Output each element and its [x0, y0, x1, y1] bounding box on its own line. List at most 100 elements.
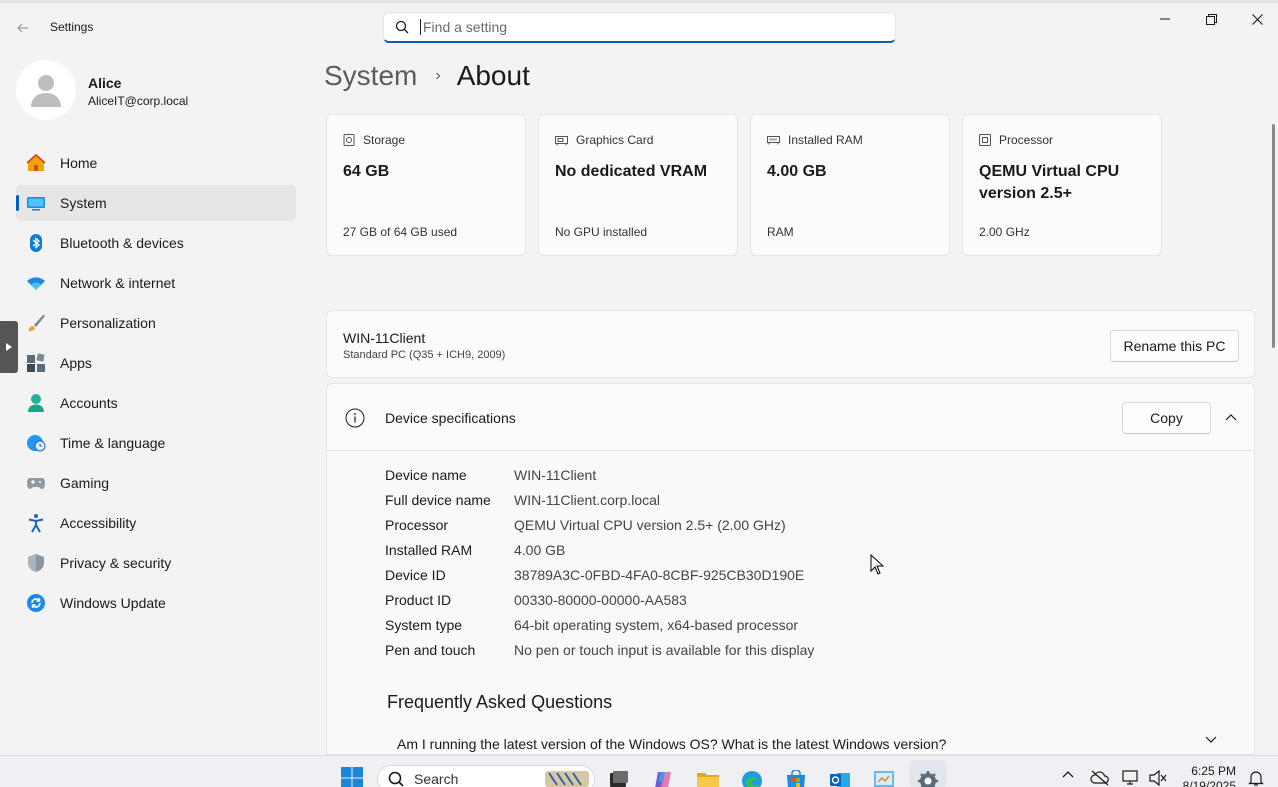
- volume-button[interactable]: [1140, 760, 1176, 787]
- spec-key: Pen and touch: [385, 641, 476, 658]
- ram-icon: [767, 136, 780, 145]
- sidebar-item-accessibility[interactable]: Accessibility: [16, 505, 296, 541]
- expand-arrow-icon: [6, 343, 12, 351]
- sidebar-item-apps[interactable]: Apps: [16, 345, 296, 381]
- notifications-button[interactable]: [1238, 760, 1274, 787]
- sidebar-item-privacy[interactable]: Privacy & security: [16, 545, 296, 581]
- card-value: No dedicated VRAM: [555, 163, 708, 180]
- card-subtext: RAM: [767, 225, 794, 239]
- search-input[interactable]: [420, 19, 880, 35]
- settings-search-box[interactable]: [383, 12, 896, 43]
- sidebar-item-label: Gaming: [60, 475, 110, 491]
- sidebar-item-time-language[interactable]: Time & language: [16, 425, 296, 461]
- update-icon: [26, 593, 46, 613]
- spec-key: System type: [385, 616, 463, 633]
- speaker-muted-icon: [1149, 770, 1167, 786]
- cloud-offline-icon: [1090, 770, 1109, 786]
- sidebar-item-accounts[interactable]: Accounts: [16, 385, 296, 421]
- info-icon: [345, 408, 365, 428]
- ram-card[interactable]: Installed RAM 4.00 GB RAM: [750, 114, 950, 256]
- sidebar-item-windows-update[interactable]: Windows Update: [16, 585, 296, 621]
- sidebar-item-home[interactable]: Home: [16, 145, 296, 181]
- control-panel-button[interactable]: [866, 760, 902, 787]
- spec-key: Product ID: [385, 591, 452, 608]
- minimize-button[interactable]: [1142, 4, 1188, 34]
- onedrive-status-button[interactable]: [1082, 760, 1118, 787]
- pc-name-panel: WIN-11Client Standard PC (Q35 + ICH9, 20…: [326, 310, 1255, 378]
- brush-icon: [26, 313, 46, 333]
- shield-icon: [26, 553, 46, 573]
- copilot-icon: [655, 772, 671, 787]
- sidebar-item-label: Network & internet: [60, 275, 176, 291]
- user-profile[interactable]: Alice AliceIT@corp.local: [16, 60, 296, 120]
- edge-browser-icon: [742, 771, 762, 787]
- sidebar-nav: Home System Bluetooth & devices Network …: [16, 145, 296, 625]
- search-icon: [388, 771, 404, 787]
- storage-icon: [343, 134, 355, 146]
- spec-value: 4.00 GB: [514, 541, 566, 558]
- copilot-button[interactable]: [646, 760, 682, 787]
- taskbar: Search 6:25 PM 8/19/2025: [0, 755, 1278, 787]
- user-email: AliceIT@corp.local: [88, 94, 189, 108]
- breadcrumb-system[interactable]: System: [324, 60, 417, 92]
- card-subtext: 2.00 GHz: [979, 225, 1030, 239]
- search-highlight-icon: [545, 771, 589, 787]
- store-icon: [787, 770, 805, 787]
- avatar: [16, 60, 76, 120]
- close-button[interactable]: [1234, 4, 1278, 34]
- rename-pc-button[interactable]: Rename this PC: [1110, 330, 1239, 362]
- sidebar-item-network[interactable]: Network & internet: [16, 265, 296, 301]
- spec-row: Pen and touch No pen or touch input is a…: [385, 637, 814, 662]
- graphics-card-icon: [555, 135, 568, 145]
- edge-button[interactable]: [734, 760, 770, 787]
- settings-app-button[interactable]: [910, 760, 946, 787]
- sidebar-item-gaming[interactable]: Gaming: [16, 465, 296, 501]
- spec-value: 38789A3C-0FBD-4FA0-8CBF-925CB30D190E: [514, 566, 805, 583]
- start-button[interactable]: [334, 756, 370, 787]
- side-panel-handle[interactable]: [0, 321, 18, 373]
- spec-key: Installed RAM: [385, 541, 473, 558]
- device-specifications-header[interactable]: Device specifications Copy: [327, 384, 1254, 451]
- store-button[interactable]: [778, 760, 814, 787]
- sidebar-item-personalization[interactable]: Personalization: [16, 305, 296, 341]
- taskbar-search[interactable]: Search: [377, 765, 595, 787]
- spec-row: Device ID 38789A3C-0FBD-4FA0-8CBF-925CB3…: [385, 562, 814, 587]
- chevron-up-icon[interactable]: [1225, 413, 1237, 421]
- file-explorer-button[interactable]: [690, 760, 726, 787]
- card-title: Storage: [363, 133, 406, 147]
- accessibility-icon: [26, 513, 46, 533]
- scrollbar-thumb[interactable]: [1272, 124, 1275, 348]
- copy-button[interactable]: Copy: [1122, 402, 1211, 434]
- faq-title: Frequently Asked Questions: [387, 692, 613, 712]
- close-icon: [1251, 13, 1263, 25]
- maximize-button[interactable]: [1188, 4, 1234, 34]
- task-view-button[interactable]: [601, 760, 637, 787]
- task-view-icon: [610, 771, 628, 787]
- gear-icon: [918, 771, 938, 787]
- faq-section: Frequently Asked Questions Am I running …: [326, 670, 1255, 755]
- faq-question[interactable]: Am I running the latest version of the W…: [397, 736, 946, 752]
- processor-card[interactable]: Processor QEMU Virtual CPU version 2.5+ …: [962, 114, 1162, 256]
- sidebar-item-label: Privacy & security: [60, 555, 172, 571]
- folder-icon: [697, 773, 719, 787]
- card-subtext: 27 GB of 64 GB used: [343, 225, 458, 239]
- chevron-down-icon[interactable]: [1205, 736, 1217, 744]
- restore-icon: [1205, 13, 1217, 25]
- apps-icon: [26, 353, 46, 373]
- storage-card[interactable]: Storage 64 GB 27 GB of 64 GB used: [326, 114, 526, 256]
- spec-row: Processor QEMU Virtual CPU version 2.5+ …: [385, 512, 814, 537]
- graphics-card-card[interactable]: Graphics Card No dedicated VRAM No GPU i…: [538, 114, 738, 256]
- title-bar: Settings: [0, 0, 1278, 52]
- spec-value: QEMU Virtual CPU version 2.5+ (2.00 GHz): [514, 516, 786, 533]
- pc-name: WIN-11Client: [343, 330, 426, 346]
- outlook-button[interactable]: [822, 760, 858, 787]
- spec-key: Processor: [385, 516, 449, 533]
- mouse-cursor-icon: [870, 554, 884, 575]
- sidebar-item-bluetooth[interactable]: Bluetooth & devices: [16, 225, 296, 261]
- show-hidden-icons-button[interactable]: [1050, 760, 1086, 787]
- taskbar-clock[interactable]: 6:25 PM 8/19/2025: [1180, 764, 1236, 787]
- sidebar-item-system[interactable]: System: [16, 185, 296, 221]
- spec-key: Device name: [385, 466, 467, 483]
- back-button[interactable]: [10, 16, 36, 40]
- page-title: About: [456, 60, 530, 91]
